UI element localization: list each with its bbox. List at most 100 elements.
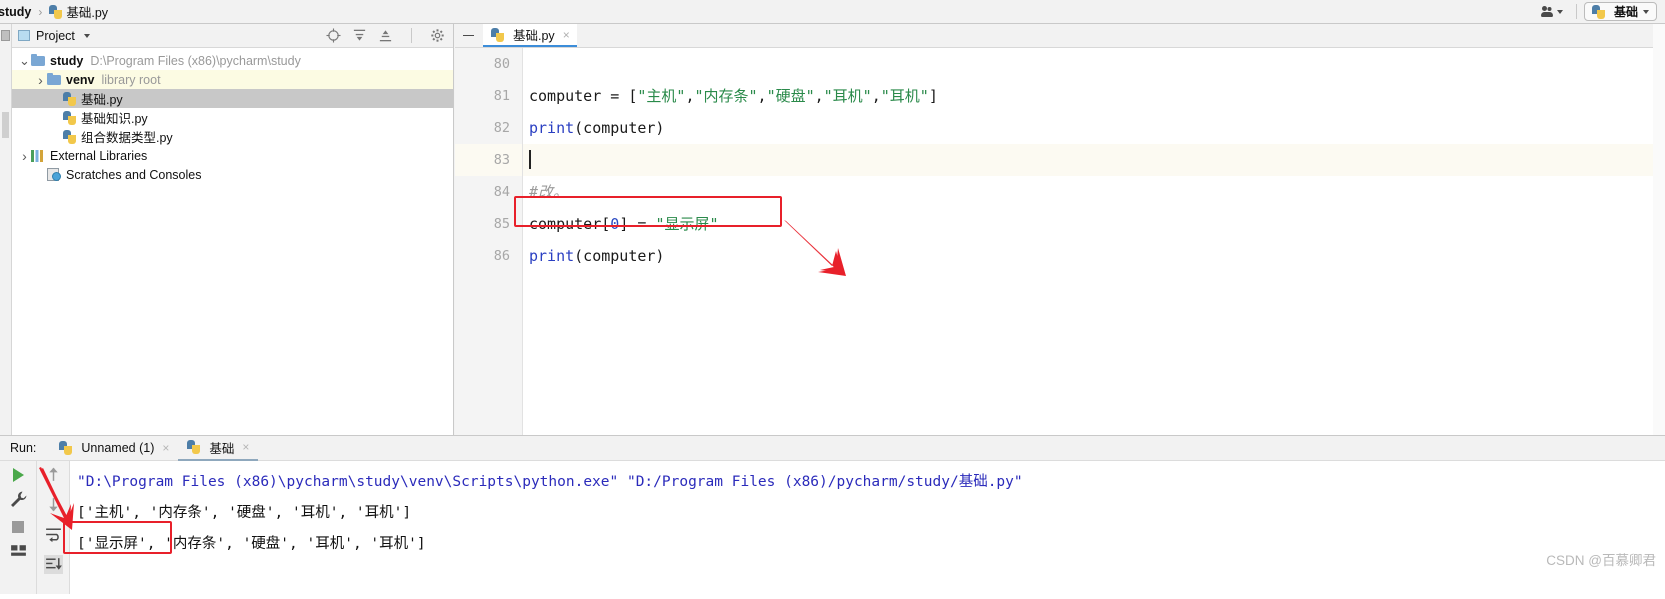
console-output[interactable]: "D:\Program Files (x86)\pycharm\study\ve… bbox=[70, 461, 1665, 599]
python-run-icon bbox=[187, 440, 201, 454]
tree-row[interactable]: › venv library root bbox=[12, 70, 453, 89]
folder-icon bbox=[47, 73, 61, 85]
project-tool-tab[interactable] bbox=[1, 30, 10, 41]
breadcrumb-project[interactable]: study bbox=[0, 5, 31, 19]
stop-icon[interactable] bbox=[12, 521, 24, 533]
up-arrow-icon[interactable] bbox=[44, 465, 63, 484]
project-panel-toolbar bbox=[326, 28, 447, 43]
editor-vertical-scrollbar[interactable] bbox=[1653, 24, 1665, 435]
chevron-down-icon[interactable] bbox=[83, 33, 90, 38]
chevron-down-icon bbox=[1556, 9, 1563, 14]
line-number: 86 bbox=[493, 248, 510, 264]
python-config-icon bbox=[1591, 4, 1605, 19]
code-token: computer = [ bbox=[529, 87, 638, 105]
line-number: 83 bbox=[455, 144, 522, 176]
project-tree: ⌄ study D:\Program Files (x86)\pycharm\stu… bbox=[12, 48, 453, 184]
expand-all-icon[interactable] bbox=[352, 28, 367, 43]
tree-item-label: venv bbox=[66, 72, 95, 87]
run-body: "D:\Program Files (x86)\pycharm\study\ve… bbox=[0, 461, 1665, 599]
run-tab-label: Unnamed (1) bbox=[81, 441, 155, 455]
code-token: (computer) bbox=[574, 119, 665, 137]
editor-tab-jichu[interactable]: 基础.py × bbox=[483, 24, 577, 47]
tree-row[interactable]: ⌄ study D:\Program Files (x86)\pycharm\stu… bbox=[12, 51, 453, 70]
code-line[interactable] bbox=[523, 144, 1665, 176]
code-content[interactable]: computer = ["主机","内存条","硬盘","耳机","耳机"] pr… bbox=[523, 48, 1665, 435]
code-token: computer[ bbox=[529, 215, 611, 233]
tree-item-label: External Libraries bbox=[50, 148, 148, 163]
run-toolbar-secondary bbox=[37, 461, 70, 599]
tree-item-label: study bbox=[50, 53, 84, 68]
run-configuration-selector[interactable]: 基础 bbox=[1583, 2, 1657, 21]
people-icon bbox=[1540, 5, 1554, 18]
divider bbox=[1575, 4, 1577, 19]
code-editor[interactable]: 80 81 82 83 84 85 86 computer = ["主机","内存条","硬… bbox=[455, 48, 1665, 435]
tree-row[interactable]: 基础.py bbox=[12, 89, 453, 108]
scroll-to-end-icon[interactable] bbox=[43, 555, 63, 574]
run-icon[interactable] bbox=[12, 468, 24, 482]
string-token: "硬盘" bbox=[766, 87, 815, 105]
divider bbox=[411, 28, 412, 43]
scratches-icon bbox=[47, 168, 61, 181]
tree-row[interactable]: Scratches and Consoles bbox=[12, 165, 453, 184]
string-token: "耳机" bbox=[880, 87, 929, 105]
code-token: (computer) bbox=[574, 247, 665, 265]
close-icon[interactable]: × bbox=[563, 28, 570, 42]
soft-wrap-icon[interactable] bbox=[44, 525, 63, 544]
close-icon[interactable]: × bbox=[162, 441, 169, 455]
target-icon[interactable] bbox=[326, 28, 341, 43]
text-caret bbox=[529, 150, 531, 169]
gear-icon[interactable] bbox=[430, 28, 445, 43]
share-users-button[interactable] bbox=[1535, 4, 1569, 20]
watermark: CSDN @百慕卿君 bbox=[1546, 553, 1656, 568]
console-line: ['显示屏', '内存条', '硬盘', '耳机', '耳机'] bbox=[77, 536, 426, 552]
number-token: 0 bbox=[610, 215, 620, 233]
close-icon[interactable]: × bbox=[242, 440, 249, 454]
run-label: Run: bbox=[10, 441, 37, 455]
tree-row[interactable]: › External Libraries bbox=[12, 146, 453, 165]
code-token: ] bbox=[928, 87, 938, 105]
expand-chevron-icon[interactable]: › bbox=[34, 72, 47, 88]
run-tab-unnamed[interactable]: Unnamed (1) × bbox=[50, 436, 178, 461]
code-token: , bbox=[757, 87, 767, 105]
line-number: 84 bbox=[493, 184, 510, 200]
topbar-actions: 基础 bbox=[1535, 2, 1665, 21]
wrench-icon[interactable] bbox=[9, 490, 28, 509]
tree-row[interactable]: 基础知识.py bbox=[12, 108, 453, 127]
console-horizontal-scrollbar[interactable] bbox=[0, 594, 1665, 599]
breadcrumb-file[interactable]: 基础.py bbox=[66, 2, 108, 21]
collapse-all-icon[interactable] bbox=[378, 28, 393, 43]
line-number: 82 bbox=[493, 120, 510, 136]
python-file-icon bbox=[63, 110, 76, 125]
run-tab-jichu[interactable]: 基础 × bbox=[178, 436, 259, 461]
editor-tab-strip: 基础.py × bbox=[455, 24, 1665, 48]
console-line: ['主机', '内存条', '硬盘', '耳机', '耳机'] bbox=[77, 505, 412, 521]
code-line[interactable]: computer[0] = "显示屏" bbox=[523, 208, 1665, 240]
run-toolbar-primary bbox=[0, 461, 37, 599]
line-number: 85 bbox=[493, 216, 510, 232]
code-line[interactable]: print(computer) bbox=[523, 240, 1665, 272]
run-tab-bar: Run: Unnamed (1) × 基础 × bbox=[0, 436, 1665, 461]
project-panel-header: Project bbox=[12, 24, 453, 48]
code-line[interactable]: #改。 bbox=[523, 176, 1665, 208]
line-number: 80 bbox=[493, 56, 510, 72]
structure-tool-tab[interactable] bbox=[2, 112, 9, 138]
code-line[interactable]: computer = ["主机","内存条","硬盘","耳机","耳机"] bbox=[523, 80, 1665, 112]
tree-item-path: library root bbox=[101, 72, 161, 87]
tree-row[interactable]: 组合数据类型.py bbox=[12, 127, 453, 146]
string-token: "显示屏" bbox=[655, 215, 719, 233]
tree-item-path: D:\Program Files (x86)\pycharm\study bbox=[90, 53, 301, 68]
expand-chevron-icon[interactable]: ⌄ bbox=[18, 54, 31, 67]
project-icon bbox=[18, 30, 30, 41]
expand-chevron-icon[interactable]: › bbox=[18, 148, 31, 164]
tree-item-label: 组合数据类型.py bbox=[81, 131, 173, 145]
breadcrumb: study › 基础.py bbox=[0, 2, 108, 21]
hide-panel-button[interactable] bbox=[455, 24, 481, 48]
down-arrow-icon[interactable] bbox=[44, 495, 63, 514]
chevron-down-icon bbox=[1643, 9, 1649, 14]
layout-icon[interactable] bbox=[9, 541, 28, 560]
run-tab-label: 基础 bbox=[209, 441, 235, 456]
code-token: , bbox=[814, 87, 824, 105]
code-line[interactable] bbox=[523, 48, 1665, 80]
code-line[interactable]: print(computer) bbox=[523, 112, 1665, 144]
function-token: print bbox=[529, 119, 575, 137]
